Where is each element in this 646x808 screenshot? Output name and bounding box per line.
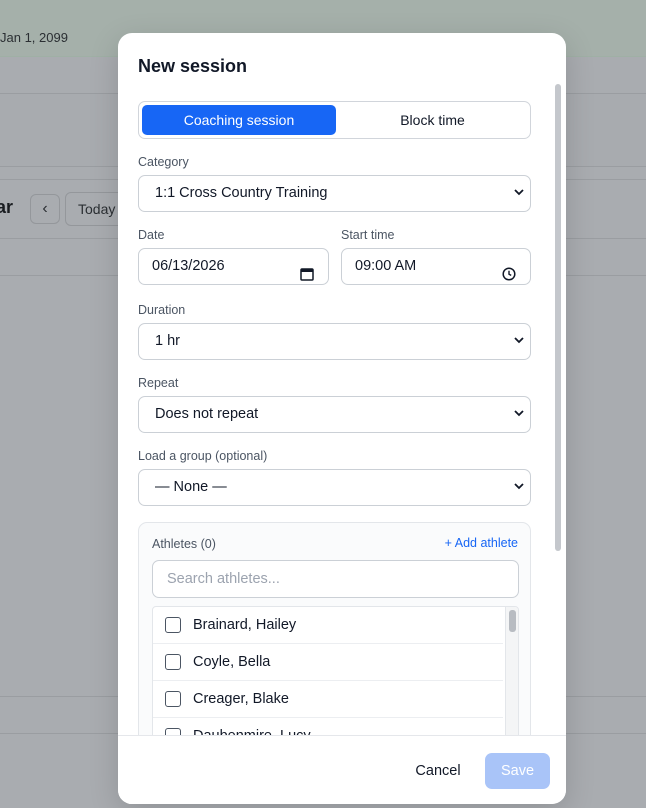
calendar-icon[interactable]	[300, 260, 314, 281]
athletes-panel: Athletes (0) + Add athlete Search athlet…	[138, 522, 531, 766]
chevron-down-icon	[512, 176, 526, 211]
category-value: 1:1 Cross Country Training	[155, 185, 328, 201]
start-time-value: 09:00 AM	[355, 258, 417, 274]
athlete-list-scrollbar-thumb[interactable]	[509, 610, 516, 632]
athlete-name: Coyle, Bella	[193, 654, 271, 670]
duration-value: 1 hr	[155, 333, 180, 349]
group-label: Load a group (optional)	[138, 449, 268, 463]
athlete-name: Brainard, Hailey	[193, 617, 297, 633]
athlete-name: Creager, Blake	[193, 691, 289, 707]
start-time-input[interactable]: 09:00 AM	[341, 248, 531, 285]
repeat-label: Repeat	[138, 376, 179, 390]
athletes-label: Athletes (0)	[152, 537, 216, 551]
athlete-checkbox[interactable]	[165, 617, 181, 633]
save-button[interactable]: Save	[485, 753, 550, 789]
repeat-select[interactable]: Does not repeat	[138, 396, 531, 433]
category-label: Category	[138, 155, 189, 169]
repeat-value: Does not repeat	[155, 406, 259, 422]
prev-button: ‹	[30, 194, 60, 224]
session-type-toggle: Coaching session Block time	[138, 101, 531, 139]
group-value: — None —	[155, 479, 227, 495]
date-value: 06/13/2026	[152, 258, 225, 274]
header-date: Jan 1, 2099	[0, 30, 68, 45]
athlete-checkbox[interactable]	[165, 654, 181, 670]
modal-scrollbar-thumb[interactable]	[555, 84, 561, 551]
duration-select[interactable]: 1 hr	[138, 323, 531, 360]
group-select[interactable]: — None —	[138, 469, 531, 506]
athlete-checkbox[interactable]	[165, 691, 181, 707]
date-input[interactable]: 06/13/2026	[138, 248, 329, 285]
chevron-down-icon	[512, 324, 526, 359]
list-item[interactable]: Brainard, Hailey	[153, 607, 503, 644]
chevron-down-icon	[512, 397, 526, 432]
clock-icon[interactable]	[502, 260, 516, 281]
page-title: ar	[0, 197, 14, 217]
modal-footer: Cancel Save	[118, 735, 566, 804]
athlete-search-input[interactable]: Search athletes...	[152, 560, 519, 598]
add-athlete-link[interactable]: + Add athlete	[445, 536, 518, 550]
modal-title: New session	[138, 56, 248, 76]
block-time-tab[interactable]: Block time	[336, 105, 529, 135]
category-select[interactable]: 1:1 Cross Country Training	[138, 175, 531, 212]
chevron-down-icon	[512, 470, 526, 505]
today-button: Today	[65, 192, 125, 226]
cancel-button[interactable]: Cancel	[401, 754, 475, 788]
coaching-session-tab[interactable]: Coaching session	[142, 105, 336, 135]
duration-label: Duration	[138, 303, 186, 317]
list-item[interactable]: Creager, Blake	[153, 681, 503, 718]
new-session-modal: New session Coaching session Block time …	[118, 33, 566, 804]
start-time-label: Start time	[341, 228, 395, 242]
list-item[interactable]: Coyle, Bella	[153, 644, 503, 681]
date-label: Date	[138, 228, 165, 242]
